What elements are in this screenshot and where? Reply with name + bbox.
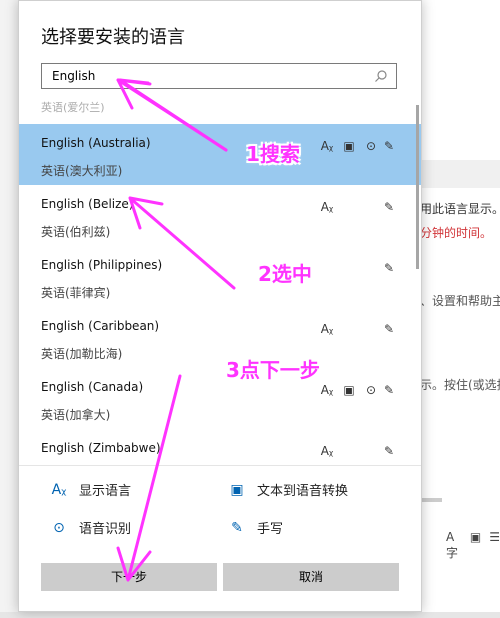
text-to-speech-icon: ▣ bbox=[343, 383, 355, 397]
language-local-name: 英语(伯利兹) bbox=[41, 225, 111, 239]
handwriting-icon: ✎ bbox=[383, 322, 395, 336]
legend-label: 文本到语音转换 bbox=[257, 484, 349, 499]
legend-speech-recognition: ⊙ 语音识别 bbox=[51, 518, 132, 538]
microphone-icon: ⊙ bbox=[53, 519, 65, 536]
text-to-speech-icon: ▣ bbox=[343, 139, 355, 153]
install-language-dialog: 选择要安装的语言 English 英语(爱尔兰) English (Austra… bbox=[18, 0, 422, 612]
background-divider bbox=[420, 498, 442, 502]
language-name: English (Caribbean) bbox=[41, 319, 160, 333]
display-language-icon: Aᵪ bbox=[320, 139, 334, 153]
legend-text-to-speech: ▣ 文本到语音转换 bbox=[229, 480, 349, 500]
annotation-step-2: 2选中 bbox=[258, 262, 312, 286]
legend-label: 语音识别 bbox=[79, 522, 132, 537]
language-local-name: 英语(加拿大) bbox=[41, 408, 111, 422]
language-name: English (Canada) bbox=[41, 380, 144, 394]
list-item[interactable]: English (Canada) 英语(加拿大) Aᵪ ▣ ⊙ ✎ bbox=[19, 368, 421, 429]
background-text-3: 、设置和帮助主 bbox=[420, 294, 500, 308]
background-panel bbox=[420, 0, 500, 618]
legend-label: 手写 bbox=[257, 522, 284, 537]
list-item[interactable]: English (Caribbean) 英语(加勒比海) Aᵪ ✎ bbox=[19, 307, 421, 368]
language-local-name: 英语(菲律宾) bbox=[41, 286, 111, 300]
handwriting-icon: ✎ bbox=[383, 444, 395, 458]
display-language-icon: Aᵪ bbox=[320, 322, 334, 336]
language-local-name: 英语(加勒比海) bbox=[41, 347, 123, 361]
handwriting-icon: ✎ bbox=[383, 261, 395, 275]
background-feature-icons: A字 ▣ ☰ bbox=[446, 530, 500, 561]
search-icon[interactable] bbox=[374, 69, 388, 83]
language-list[interactable]: 英语(爱尔兰) English (Australia) 英语(澳大利亚) Aᵪ … bbox=[19, 99, 421, 465]
legend-handwriting: ✎ 手写 bbox=[229, 518, 284, 538]
text-to-speech-icon: ▣ bbox=[469, 530, 482, 544]
handwriting-icon: ✎ bbox=[383, 383, 395, 397]
handwriting-icon: ✎ bbox=[383, 139, 395, 153]
background-strip bbox=[420, 160, 500, 188]
list-item[interactable]: English (Philippines) 英语(菲律宾) ✎ bbox=[19, 246, 421, 307]
annotation-step-3: 3点下一步 bbox=[226, 358, 320, 382]
next-button[interactable]: 下一步 bbox=[41, 563, 217, 591]
microphone-icon: ☰ bbox=[489, 530, 500, 544]
language-local-name: 英语(澳大利亚) bbox=[41, 164, 123, 178]
background-text-4: 示。按住(或选择 bbox=[420, 378, 500, 392]
list-item[interactable]: English (Zimbabwe) Aᵪ ✎ bbox=[19, 429, 421, 465]
list-item[interactable]: English (Australia) 英语(澳大利亚) Aᵪ ▣ ⊙ ✎ bbox=[19, 124, 421, 185]
list-item-partial[interactable]: 英语(爱尔兰) bbox=[41, 99, 105, 115]
text-to-speech-icon: ▣ bbox=[230, 481, 244, 498]
handwriting-icon: ✎ bbox=[383, 200, 395, 214]
language-name: English (Philippines) bbox=[41, 258, 163, 272]
display-language-icon: Aᵪ bbox=[51, 481, 67, 498]
search-input-value[interactable]: English bbox=[52, 69, 95, 83]
list-scrollbar[interactable] bbox=[416, 105, 419, 269]
feature-legend: Aᵪ 显示语言 ▣ 文本到语音转换 ⊙ 语音识别 ✎ 手写 bbox=[19, 465, 421, 548]
language-name: English (Zimbabwe) bbox=[41, 441, 161, 455]
legend-label: 显示语言 bbox=[79, 484, 132, 499]
display-language-icon: A字 bbox=[446, 530, 459, 560]
background-text-2: 分钟的时间。 bbox=[420, 226, 493, 240]
legend-display-language: Aᵪ 显示语言 bbox=[51, 480, 132, 500]
display-language-icon: Aᵪ bbox=[320, 200, 334, 214]
cancel-button[interactable]: 取消 bbox=[223, 563, 399, 591]
language-name: English (Australia) bbox=[41, 136, 151, 150]
search-input[interactable]: English bbox=[41, 63, 397, 89]
handwriting-icon: ✎ bbox=[231, 519, 243, 536]
display-language-icon: Aᵪ bbox=[320, 383, 334, 397]
language-name: English (Belize) bbox=[41, 197, 134, 211]
dialog-title: 选择要安装的语言 bbox=[41, 27, 185, 48]
annotation-step-1: 1搜索 bbox=[246, 142, 300, 166]
microphone-icon: ⊙ bbox=[365, 383, 377, 397]
display-language-icon: Aᵪ bbox=[320, 444, 334, 458]
background-text-1: 用此语言显示。 bbox=[420, 202, 500, 216]
microphone-icon: ⊙ bbox=[365, 139, 377, 153]
list-item[interactable]: English (Belize) 英语(伯利兹) Aᵪ ✎ bbox=[19, 185, 421, 246]
taskbar-edge bbox=[0, 612, 500, 618]
